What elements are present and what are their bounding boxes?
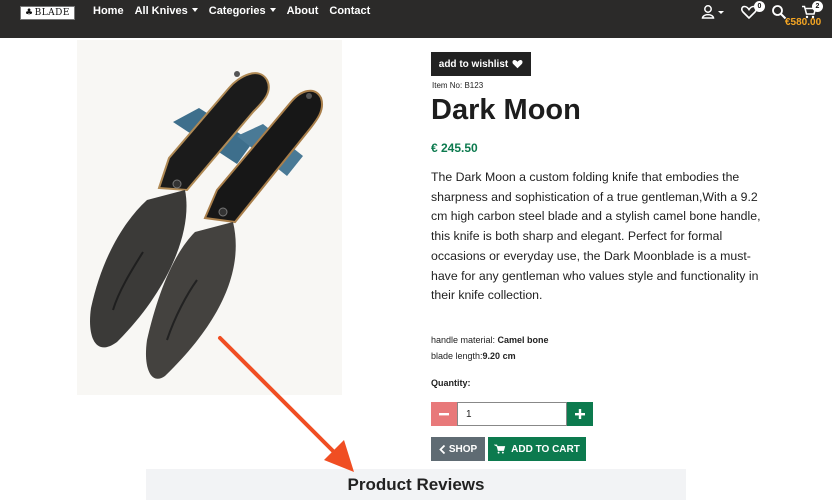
item-number: Item No: B123 — [432, 81, 484, 90]
shop-button-label: SHOP — [448, 443, 478, 455]
cart-icon — [494, 444, 506, 454]
nav-link-label: Categories — [208, 5, 266, 17]
spec-blade-length: blade length:9.20 cm — [431, 351, 516, 361]
product-description: The Dark Moon a custom folding knife tha… — [431, 170, 761, 303]
quantity-label: Quantity: — [431, 378, 471, 388]
spec-value: Camel bone — [497, 335, 549, 345]
knife-illustration — [77, 40, 342, 395]
quantity-input[interactable]: 1 — [457, 402, 567, 426]
nav-link-contact[interactable]: Contact — [329, 5, 370, 17]
clover-icon: ♣ — [25, 8, 34, 18]
site-logo[interactable]: ♣ BLADE — [20, 6, 75, 20]
add-to-wishlist-button[interactable]: add to wishlist — [431, 52, 531, 76]
nav-links: Home All Knives Categories About Contact — [93, 5, 381, 17]
chevron-left-icon — [439, 444, 445, 454]
wishlist-button[interactable]: 0 — [741, 1, 765, 24]
spec-handle-material: handle material: Camel bone — [431, 335, 549, 345]
product-image — [77, 40, 342, 395]
nav-link-home[interactable]: Home — [93, 5, 124, 17]
quantity-increase-button[interactable] — [567, 402, 593, 426]
add-to-cart-button[interactable]: ADD TO CART — [488, 437, 586, 461]
add-to-cart-label: ADD TO CART — [511, 443, 580, 455]
cart-count-badge: 2 — [812, 1, 823, 12]
nav-link-all-knives[interactable]: All Knives — [135, 5, 198, 17]
logo-text: BLADE — [34, 8, 70, 18]
heart-icon — [512, 60, 523, 69]
navbar: ♣ BLADE Home All Knives Categories About… — [0, 0, 832, 38]
product-title: Dark Moon — [431, 94, 581, 126]
nav-link-label: All Knives — [134, 5, 188, 17]
spec-label: handle material: — [431, 335, 498, 345]
nav-link-categories[interactable]: Categories — [209, 5, 276, 17]
spec-label: blade length: — [431, 351, 483, 361]
product-reviews-title: Product Reviews — [347, 475, 485, 494]
user-menu-button[interactable] — [701, 4, 727, 24]
product-price: € 245.50 — [431, 141, 478, 155]
wishlist-button-label: add to wishlist — [438, 58, 509, 70]
plus-icon — [575, 409, 585, 419]
spec-value: 9.20 cm — [482, 351, 516, 361]
caret-down-icon — [191, 8, 198, 13]
caret-down-icon — [269, 8, 276, 13]
nav-link-about[interactable]: About — [287, 5, 319, 17]
user-icon — [701, 5, 724, 19]
wishlist-count-badge: 0 — [754, 1, 765, 12]
cart-total: €580.00 — [785, 17, 822, 28]
quantity-decrease-button[interactable] — [431, 402, 457, 426]
back-to-shop-button[interactable]: SHOP — [431, 437, 485, 461]
minus-icon — [439, 413, 449, 416]
product-reviews-section: Product Reviews — [146, 469, 686, 500]
